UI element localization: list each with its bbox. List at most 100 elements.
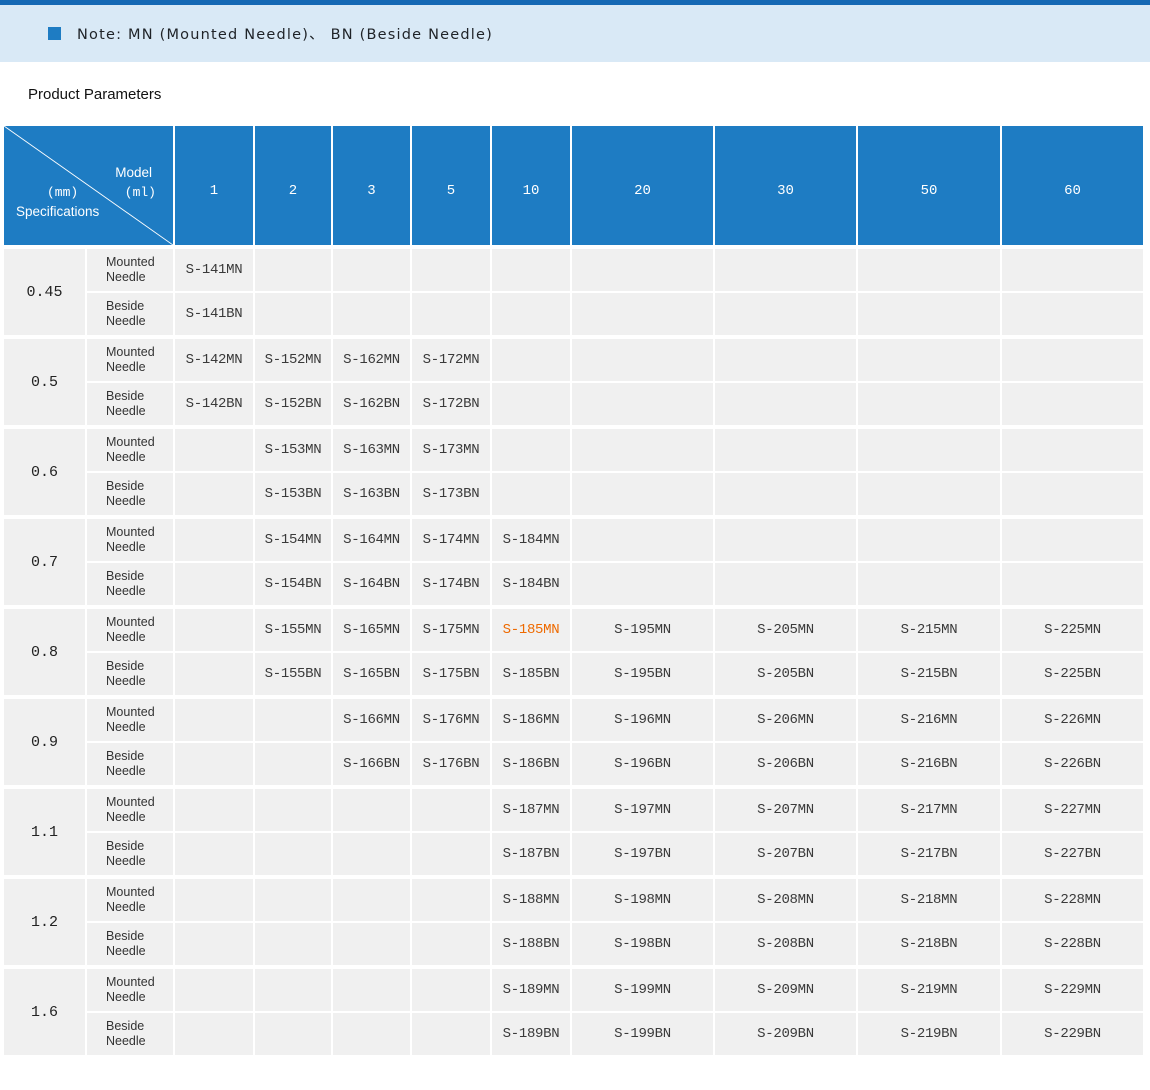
needle-type-cell: BesideNeedle [87, 833, 173, 875]
empty-cell [412, 923, 490, 965]
empty-cell [333, 923, 410, 965]
model-cell: S-176MN [412, 699, 490, 741]
table-body: 0.45MountedNeedleS-141MNBesideNeedleS-14… [4, 249, 1143, 1055]
spec-cell: 0.9 [4, 699, 85, 785]
needle-type-cell: BesideNeedle [87, 653, 173, 695]
model-cell: S-186MN [492, 699, 570, 741]
empty-cell [255, 879, 331, 921]
empty-cell [715, 563, 856, 605]
model-cell: S-175MN [412, 609, 490, 651]
empty-cell [1002, 473, 1143, 515]
model-cell: S-176BN [412, 743, 490, 785]
model-cell: S-229BN [1002, 1013, 1143, 1055]
model-cell: S-215MN [858, 609, 1000, 651]
model-cell: S-227BN [1002, 833, 1143, 875]
empty-cell [255, 833, 331, 875]
empty-cell [858, 383, 1000, 425]
model-cell: S-162MN [333, 339, 410, 381]
empty-cell [715, 293, 856, 335]
empty-cell [572, 473, 713, 515]
model-cell: S-187MN [492, 789, 570, 831]
note-bullet-icon [48, 27, 61, 40]
empty-cell [175, 833, 253, 875]
empty-cell [1002, 429, 1143, 471]
empty-cell [175, 879, 253, 921]
model-cell: S-197MN [572, 789, 713, 831]
model-cell: S-155MN [255, 609, 331, 651]
spec-cell: 0.45 [4, 249, 85, 335]
spec-cell: 1.1 [4, 789, 85, 875]
model-cell: S-141BN [175, 293, 253, 335]
header-col-3ml: 3 [333, 126, 410, 245]
empty-cell [333, 969, 410, 1011]
empty-cell [175, 1013, 253, 1055]
needle-type-cell: MountedNeedle [87, 789, 173, 831]
empty-cell [858, 249, 1000, 291]
model-cell: S-198MN [572, 879, 713, 921]
header-col-2ml: 2 [255, 126, 331, 245]
empty-cell [175, 699, 253, 741]
empty-cell [175, 653, 253, 695]
model-cell: S-205BN [715, 653, 856, 695]
empty-cell [175, 969, 253, 1011]
model-cell: S-152MN [255, 339, 331, 381]
header-col-30ml: 30 [715, 126, 856, 245]
empty-cell [255, 923, 331, 965]
empty-cell [1002, 249, 1143, 291]
spec-group-0.45: 0.45MountedNeedleS-141MNBesideNeedleS-14… [4, 249, 1143, 335]
spec-cell: 1.6 [4, 969, 85, 1055]
spec-cell: 1.2 [4, 879, 85, 965]
model-cell: S-163MN [333, 429, 410, 471]
model-cell: S-229MN [1002, 969, 1143, 1011]
model-cell: S-199MN [572, 969, 713, 1011]
empty-cell [412, 969, 490, 1011]
needle-type-cell: BesideNeedle [87, 1013, 173, 1055]
needle-type-cell: MountedNeedle [87, 249, 173, 291]
model-cell: S-164BN [333, 563, 410, 605]
empty-cell [858, 339, 1000, 381]
needle-type-cell: BesideNeedle [87, 923, 173, 965]
spec-group-0.7: 0.7MountedNeedleS-154MNS-164MNS-174MNS-1… [4, 519, 1143, 605]
model-cell: S-184MN [492, 519, 570, 561]
model-cell: S-218BN [858, 923, 1000, 965]
empty-cell [175, 429, 253, 471]
model-cell: S-174BN [412, 563, 490, 605]
model-cell: S-188BN [492, 923, 570, 965]
model-cell: S-208MN [715, 879, 856, 921]
model-cell: S-207BN [715, 833, 856, 875]
empty-cell [175, 743, 253, 785]
model-cell: S-153MN [255, 429, 331, 471]
model-cell: S-205MN [715, 609, 856, 651]
empty-cell [572, 383, 713, 425]
empty-cell [572, 293, 713, 335]
table-header-row: Model (ml) (mm) Specifications 123510203… [4, 126, 1143, 245]
empty-cell [175, 789, 253, 831]
needle-type-cell: MountedNeedle [87, 429, 173, 471]
needle-type-cell: MountedNeedle [87, 969, 173, 1011]
model-cell: S-195MN [572, 609, 713, 651]
model-cell: S-217MN [858, 789, 1000, 831]
model-cell: S-142BN [175, 383, 253, 425]
empty-cell [1002, 293, 1143, 335]
model-cell: S-197BN [572, 833, 713, 875]
model-cell: S-188MN [492, 879, 570, 921]
empty-cell [175, 473, 253, 515]
model-cell: S-218MN [858, 879, 1000, 921]
spec-group-0.6: 0.6MountedNeedleS-153MNS-163MNS-173MNBes… [4, 429, 1143, 515]
note-text: Note: MN (Mounted Needle)、 BN (Beside Ne… [77, 23, 493, 44]
empty-cell [255, 249, 331, 291]
header-corner-cell: Model (ml) (mm) Specifications [4, 126, 173, 245]
model-cell: S-165BN [333, 653, 410, 695]
model-cell: S-228MN [1002, 879, 1143, 921]
note-banner: Note: MN (Mounted Needle)、 BN (Beside Ne… [0, 5, 1150, 62]
model-cell: S-172MN [412, 339, 490, 381]
empty-cell [715, 473, 856, 515]
header-col-20ml: 20 [572, 126, 713, 245]
corner-specifications-label: Specifications [16, 204, 99, 219]
empty-cell [715, 249, 856, 291]
model-cell: S-166BN [333, 743, 410, 785]
corner-ml-unit: (ml) [125, 185, 156, 200]
model-cell: S-155BN [255, 653, 331, 695]
model-cell: S-226BN [1002, 743, 1143, 785]
model-cell: S-172BN [412, 383, 490, 425]
